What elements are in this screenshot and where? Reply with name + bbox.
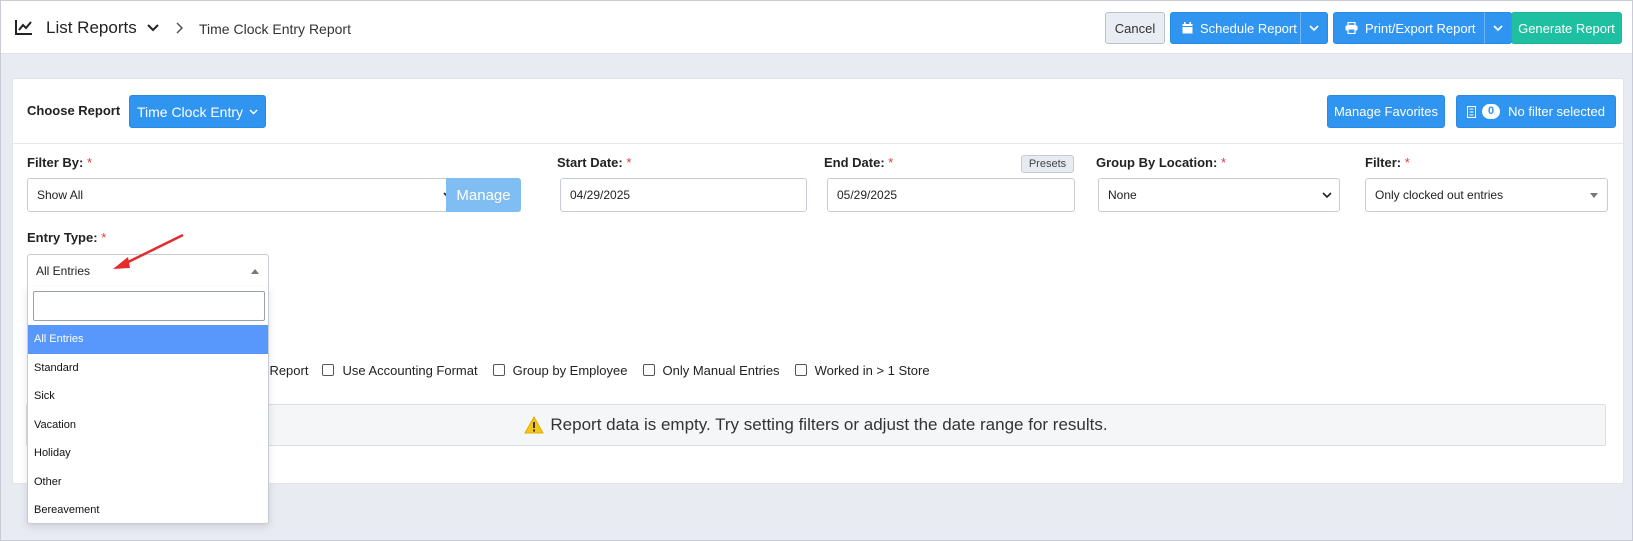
manage-favorites-button[interactable]: Manage Favorites (1327, 95, 1445, 128)
report-options: ry Report Use Accounting Format Group by… (255, 362, 945, 378)
start-date-label: Start Date: * (557, 155, 631, 170)
only-manual-entries-label: Only Manual Entries (662, 362, 780, 378)
selected-report-label: Time Clock Entry (136, 103, 244, 120)
printer-icon (1345, 22, 1358, 34)
manage-label: Manage (456, 186, 511, 204)
entry-type-option[interactable]: Other (28, 468, 268, 497)
required-mark: * (626, 155, 632, 170)
top-bar: List Reports Time Clock Entry Report Can… (1, 1, 1632, 54)
filter-list-icon (1467, 105, 1477, 118)
entry-type-value: All Entries (36, 264, 91, 278)
breadcrumb: Time Clock Entry Report (199, 21, 351, 37)
print-export-button[interactable]: Print/Export Report (1333, 12, 1485, 44)
chevron-down-icon (1309, 24, 1319, 31)
start-date-value: 04/29/2025 (570, 188, 631, 202)
worked-in-multiple-stores-checkbox[interactable]: Worked in > 1 Store (794, 362, 930, 378)
start-date-label-text: Start Date: (557, 155, 623, 170)
caret-up-icon (251, 269, 259, 274)
group-by-location-value: None (1108, 188, 1137, 202)
entry-type-option[interactable]: Sick (28, 382, 268, 411)
cancel-label: Cancel (1114, 20, 1156, 36)
end-date-value: 05/29/2025 (837, 188, 898, 202)
chevron-down-icon (249, 108, 258, 115)
filter-label: Filter: * (1365, 155, 1410, 170)
warning-icon (524, 416, 545, 434)
end-date-label: End Date: * (824, 155, 893, 170)
empty-report-message: Report data is empty. Try setting filter… (550, 415, 1108, 434)
required-mark: * (101, 230, 107, 245)
required-mark: * (1220, 155, 1227, 170)
end-date-input[interactable]: 05/29/2025 (827, 178, 1075, 212)
filter-by-label-text: Filter By: (27, 155, 84, 170)
filter-select[interactable]: Only clocked out entries (1365, 178, 1608, 212)
filter-selection-button[interactable]: 0 No filter selected (1456, 95, 1616, 128)
group-by-location-label-text: Group By Location: (1096, 155, 1218, 170)
generate-report-label: Generate Report (1518, 20, 1615, 36)
filter-by-label: Filter By: * (27, 155, 92, 170)
checkbox-box[interactable] (492, 364, 505, 376)
entry-type-label-text: Entry Type: (27, 230, 98, 245)
entry-type-option[interactable]: Vacation (28, 411, 268, 440)
manage-favorites-label: Manage Favorites (1333, 104, 1439, 119)
chevron-right-icon (176, 22, 184, 34)
entry-type-options: All Entries Standard Sick Vacation Holid… (28, 325, 268, 525)
entry-type-option[interactable]: All Entries (28, 325, 268, 354)
choose-report-dropdown[interactable]: Time Clock Entry (129, 95, 266, 128)
entry-type-option[interactable]: Bereavement (28, 496, 268, 525)
only-manual-entries-checkbox[interactable]: Only Manual Entries (642, 362, 780, 378)
schedule-report-label: Schedule Report (1200, 20, 1297, 36)
group-by-location-select[interactable]: None (1098, 178, 1340, 212)
entry-type-option[interactable]: Standard (28, 354, 268, 383)
filter-status-label: No filter selected (1508, 104, 1605, 119)
group-by-location-label: Group By Location: * (1096, 155, 1226, 170)
use-accounting-format-checkbox[interactable]: Use Accounting Format (322, 362, 478, 378)
group-by-employee-checkbox[interactable]: Group by Employee (492, 362, 628, 378)
filter-by-select[interactable]: Show All (27, 178, 461, 212)
schedule-report-button[interactable]: Schedule Report (1170, 12, 1301, 44)
checkbox-box[interactable] (642, 364, 655, 376)
end-date-label-text: End Date: (824, 155, 885, 170)
chart-line-icon (15, 20, 32, 35)
presets-button[interactable]: Presets (1021, 155, 1074, 173)
manage-filter-button[interactable]: Manage (446, 178, 521, 212)
chevron-down-icon[interactable] (147, 23, 159, 33)
annotation-arrow-icon (113, 233, 184, 269)
schedule-report-dropdown-toggle[interactable] (1300, 12, 1328, 44)
entry-type-option[interactable]: Holiday (28, 439, 268, 468)
entry-type-label: Entry Type: * (27, 230, 106, 245)
chevron-down-icon (1322, 192, 1332, 199)
print-export-dropdown-toggle[interactable] (1484, 12, 1512, 44)
page-title[interactable]: List Reports (46, 18, 137, 38)
filter-count-badge: 0 (1482, 104, 1501, 119)
filter-value: Only clocked out entries (1375, 188, 1504, 202)
worked-in-multiple-stores-label: Worked in > 1 Store (814, 362, 930, 378)
entry-type-search-input[interactable] (33, 291, 265, 321)
required-mark: * (1404, 155, 1410, 170)
group-by-employee-label: Group by Employee (512, 362, 628, 378)
caret-down-icon (1590, 193, 1598, 198)
start-date-input[interactable]: 04/29/2025 (560, 178, 807, 212)
chevron-down-icon (1493, 24, 1503, 31)
entry-type-dropdown-panel: All Entries Standard Sick Vacation Holid… (27, 287, 269, 524)
use-accounting-format-label: Use Accounting Format (342, 362, 478, 378)
calendar-icon (1182, 22, 1193, 34)
checkbox-box[interactable] (794, 364, 807, 376)
card-header: Choose Report Time Clock Entry Manage Fa… (13, 79, 1623, 144)
required-mark: * (86, 155, 93, 170)
checkbox-box[interactable] (322, 364, 335, 376)
generate-report-button[interactable]: Generate Report (1511, 12, 1622, 44)
print-export-label: Print/Export Report (1365, 20, 1476, 36)
filter-label-text: Filter: (1365, 155, 1402, 170)
required-mark: * (888, 155, 894, 170)
filter-by-value: Show All (37, 188, 84, 202)
cancel-button[interactable]: Cancel (1105, 12, 1165, 44)
choose-report-label: Choose Report (27, 103, 121, 118)
